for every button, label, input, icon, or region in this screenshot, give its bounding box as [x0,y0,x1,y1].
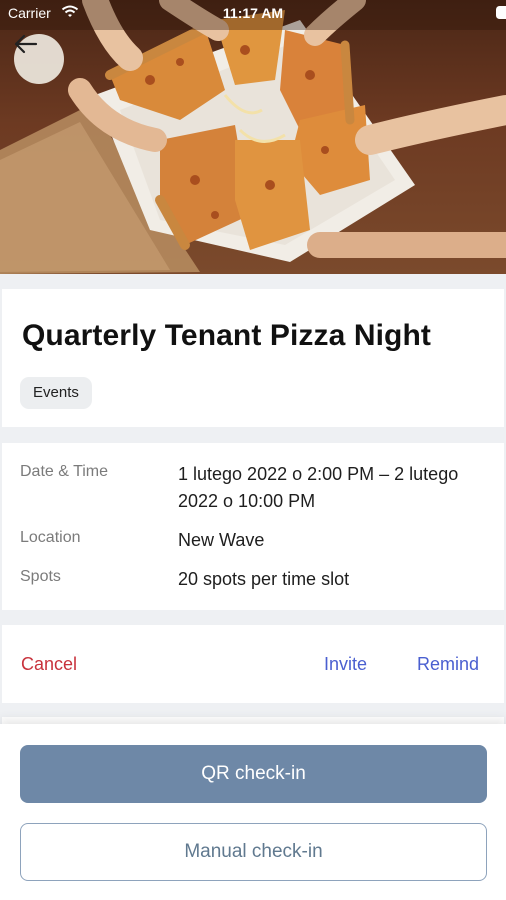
invite-button[interactable]: Invite [324,654,367,675]
spots-value: 20 spots per time slot [178,569,350,589]
date-time-label: Date & Time [20,463,109,480]
event-hero-image: Carrier 11:17 AM [0,0,506,274]
back-button[interactable] [14,34,64,84]
manual-checkin-button[interactable]: Manual check-in [20,823,487,881]
category-chip: Events [20,377,92,409]
pizza-photo [0,0,506,274]
status-time: 11:17 AM [222,5,284,21]
event-title: Quarterly Tenant Pizza Night [22,319,431,352]
location-label: Location [20,529,81,546]
cancel-button[interactable]: Cancel [21,654,77,675]
qr-checkin-button[interactable]: QR check-in [20,745,487,803]
date-time-value: 1 lutego 2022 o 2:00 PM – 2 lutego 2022 … [178,464,459,511]
remind-button[interactable]: Remind [417,654,479,675]
status-bar: Carrier 11:17 AM [0,0,506,28]
spots-label: Spots [20,568,61,585]
location-value: New Wave [178,530,265,550]
